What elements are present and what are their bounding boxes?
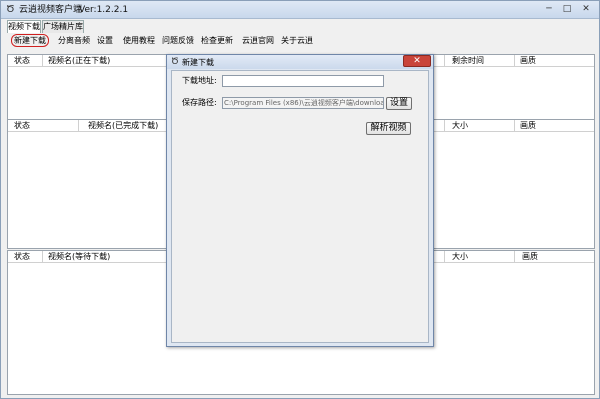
column-divider bbox=[514, 251, 515, 263]
column-quality[interactable]: 画质 bbox=[520, 55, 536, 67]
column-size[interactable]: 大小 bbox=[452, 251, 468, 263]
column-quality[interactable]: 画质 bbox=[520, 120, 536, 132]
column-divider bbox=[514, 55, 515, 67]
new-download-dialog: Ծ 新建下载 ✕ 下载地址: 保存路径: C:\Program Files (x… bbox=[166, 54, 434, 347]
column-quality[interactable]: 画质 bbox=[522, 251, 538, 263]
new-download-button[interactable]: 新建下载 bbox=[11, 34, 49, 47]
column-divider bbox=[42, 55, 43, 67]
column-divider bbox=[444, 120, 445, 132]
save-path-input[interactable]: C:\Program Files (x86)\云逍视频客户端\download bbox=[222, 97, 384, 109]
official-site-button[interactable]: 云逍官网 bbox=[242, 34, 274, 47]
parse-video-button[interactable]: 解析视频 bbox=[366, 122, 411, 135]
app-logo-icon: Ծ bbox=[6, 4, 15, 15]
maximize-button[interactable]: □ bbox=[560, 3, 574, 16]
column-remaining-time[interactable]: 剩余时间 bbox=[452, 55, 484, 67]
url-label: 下载地址: bbox=[182, 76, 217, 85]
tab-video-download[interactable]: 视频下载 bbox=[7, 20, 41, 33]
column-status[interactable]: 状态 bbox=[14, 55, 30, 67]
save-path-label: 保存路径: bbox=[182, 98, 217, 107]
separate-audio-button[interactable]: 分离音频 bbox=[58, 34, 90, 47]
feedback-button[interactable]: 问题反馈 bbox=[162, 34, 194, 47]
window-title: 云逍视频客户端 bbox=[19, 5, 83, 15]
tutorial-button[interactable]: 使用教程 bbox=[123, 34, 155, 47]
minimize-button[interactable]: ─ bbox=[542, 3, 556, 16]
settings-menu-button[interactable]: 设置 bbox=[97, 34, 113, 47]
version-label: Ver:1.2.2.1 bbox=[79, 5, 129, 15]
column-video-name[interactable]: 视频名(已完成下载) bbox=[88, 120, 158, 132]
settings-button[interactable]: 设置 bbox=[386, 97, 412, 110]
column-status[interactable]: 状态 bbox=[14, 120, 30, 132]
toolbar: 新建下载 分离音频 设置 使用教程 问题反馈 检查更新 云逍官网 关于云逍 bbox=[5, 34, 597, 48]
dialog-close-button[interactable]: ✕ bbox=[403, 55, 431, 67]
app-logo-icon: Ծ bbox=[171, 57, 179, 67]
about-button[interactable]: 关于云逍 bbox=[281, 34, 313, 47]
dialog-body: 下载地址: 保存路径: C:\Program Files (x86)\云逍视频客… bbox=[171, 70, 429, 343]
main-window: Ծ 云逍视频客户端 Ver:1.2.2.1 ─ □ ✕ 视频下载 广场精片库 新… bbox=[0, 0, 600, 399]
dialog-title: 新建下载 bbox=[182, 58, 214, 67]
check-update-button[interactable]: 检查更新 bbox=[201, 34, 233, 47]
column-video-name[interactable]: 视频名(正在下载) bbox=[48, 55, 110, 67]
column-status[interactable]: 状态 bbox=[14, 251, 30, 263]
column-video-name[interactable]: 视频名(等待下载) bbox=[48, 251, 110, 263]
column-divider bbox=[78, 120, 79, 132]
url-input[interactable] bbox=[222, 75, 384, 87]
column-divider bbox=[42, 251, 43, 263]
column-divider bbox=[514, 120, 515, 132]
column-size[interactable]: 大小 bbox=[452, 120, 468, 132]
column-divider bbox=[444, 55, 445, 67]
dialog-title-bar[interactable]: Ծ 新建下载 ✕ bbox=[167, 55, 433, 69]
column-divider bbox=[444, 251, 445, 263]
tab-video-library[interactable]: 广场精片库 bbox=[42, 20, 84, 33]
title-bar: Ծ 云逍视频客户端 Ver:1.2.2.1 ─ □ ✕ bbox=[1, 1, 599, 19]
close-button[interactable]: ✕ bbox=[577, 3, 595, 16]
